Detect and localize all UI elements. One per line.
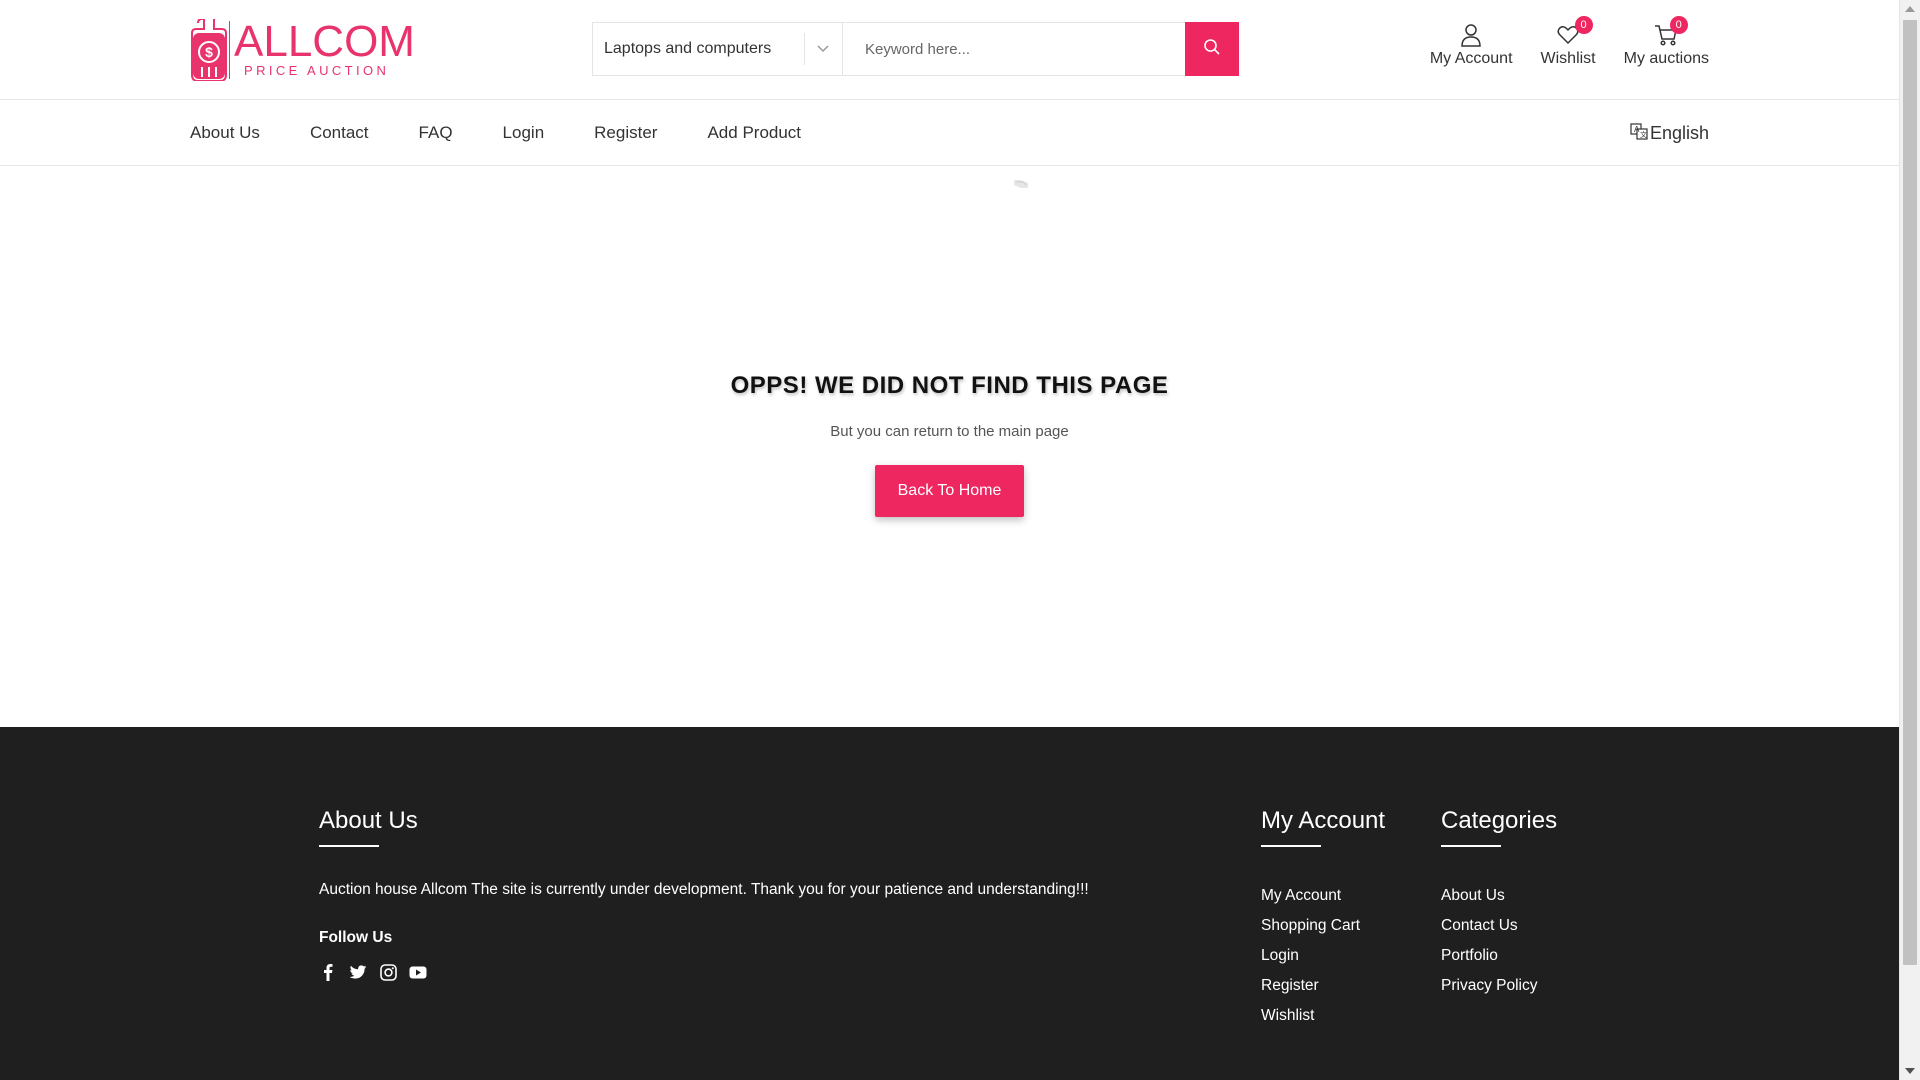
site-logo[interactable]: $ ALLCOM PRICE AUCTION <box>190 18 415 82</box>
scrollbar-thumb[interactable] <box>1903 20 1917 965</box>
footer-link-portfolio[interactable]: Portfolio <box>1441 941 1557 971</box>
my-auctions-label: My auctions <box>1623 50 1709 67</box>
search-button[interactable] <box>1185 22 1239 76</box>
nav-register[interactable]: Register <box>594 123 657 143</box>
header-icons: My Account 0 Wishlist 0 My auctions <box>1430 16 1709 68</box>
footer-categories: Categories About Us Contact Us Portfolio… <box>1441 807 1557 1001</box>
loading-spinner-icon <box>1013 177 1029 191</box>
error-section: OPPS! WE DID NOT FIND THIS PAGE But you … <box>0 167 1899 727</box>
footer-about-heading: About Us <box>319 807 418 834</box>
twitter-icon[interactable] <box>349 963 367 981</box>
chevron-down-icon <box>816 41 830 55</box>
language-switcher[interactable]: A文 English <box>1630 100 1709 166</box>
svg-text:文: 文 <box>1640 130 1647 139</box>
heading-underline <box>1261 845 1321 847</box>
footer-account-links: My Account Shopping Cart Login Register … <box>1261 881 1385 1031</box>
my-auctions-link[interactable]: 0 My auctions <box>1623 16 1709 68</box>
error-title: OPPS! WE DID NOT FIND THIS PAGE <box>730 372 1169 399</box>
footer-link-wishlist[interactable]: Wishlist <box>1261 1001 1385 1031</box>
wishlist-label: Wishlist <box>1540 50 1596 67</box>
translate-icon: A文 <box>1630 122 1648 145</box>
category-divider <box>804 33 805 65</box>
heading-underline <box>1441 845 1501 847</box>
footer-link-register[interactable]: Register <box>1261 971 1385 1001</box>
my-account-label: My Account <box>1429 50 1513 67</box>
footer-account: My Account My Account Shopping Cart Logi… <box>1261 807 1385 1031</box>
language-label: English <box>1649 122 1709 143</box>
nav-faq[interactable]: FAQ <box>419 123 453 143</box>
brand-tagline: PRICE AUCTION <box>244 63 390 78</box>
social-links <box>319 963 1089 981</box>
footer-categories-links: About Us Contact Us Portfolio Privacy Po… <box>1441 881 1557 1001</box>
facebook-icon[interactable] <box>319 963 337 981</box>
error-subtitle: But you can return to the main page <box>830 423 1069 440</box>
nav-about-us[interactable]: About Us <box>190 123 260 143</box>
footer-link-about-us[interactable]: About Us <box>1441 881 1557 911</box>
svg-text:$: $ <box>205 44 213 60</box>
main-nav: About Us Contact FAQ Login Register Add … <box>0 100 1899 166</box>
footer-link-contact-us[interactable]: Contact Us <box>1441 911 1557 941</box>
auctions-count-badge: 0 <box>1669 16 1688 34</box>
user-icon <box>1458 22 1484 48</box>
nav-contact[interactable]: Contact <box>310 123 369 143</box>
category-select-value: Laptops and computers <box>604 40 772 57</box>
heading-underline <box>319 845 379 847</box>
footer-account-heading: My Account <box>1261 807 1386 834</box>
logo-text: ALLCOM PRICE AUCTION <box>234 17 415 79</box>
wishlist-count-badge: 0 <box>1574 16 1593 34</box>
nav-login[interactable]: Login <box>503 123 545 143</box>
footer-about: About Us Auction house Allcom The site i… <box>319 807 1089 981</box>
nav-links: About Us Contact FAQ Login Register Add … <box>190 100 801 166</box>
scroll-down-arrow-icon[interactable] <box>1905 1068 1915 1074</box>
nav-add-product[interactable]: Add Product <box>707 123 801 143</box>
youtube-icon[interactable] <box>409 963 427 981</box>
search-input[interactable] <box>843 23 1185 75</box>
search-bar: Laptops and computers <box>592 22 1239 76</box>
wishlist-link[interactable]: 0 Wishlist <box>1540 16 1596 68</box>
scroll-up-arrow-icon[interactable] <box>1905 6 1915 12</box>
instagram-icon[interactable] <box>379 963 397 981</box>
footer-link-login[interactable]: Login <box>1261 941 1385 971</box>
footer-link-shopping-cart[interactable]: Shopping Cart <box>1261 911 1385 941</box>
page: $ ALLCOM PRICE AUCTION Laptops and compu… <box>0 0 1899 1080</box>
footer-about-text: Auction house Allcom The site is current… <box>319 881 1089 898</box>
price-tag-logo-icon: $ <box>190 18 231 82</box>
search-icon <box>1203 38 1221 61</box>
footer-categories-heading: Categories <box>1441 807 1558 834</box>
footer-link-my-account[interactable]: My Account <box>1261 881 1385 911</box>
brand-name: ALLCOM <box>234 17 415 66</box>
footer-link-privacy-policy[interactable]: Privacy Policy <box>1441 971 1557 1001</box>
site-header: $ ALLCOM PRICE AUCTION Laptops and compu… <box>0 0 1899 100</box>
follow-us-label: Follow Us <box>319 929 393 946</box>
category-select[interactable]: Laptops and computers <box>593 23 843 75</box>
site-footer: About Us Auction house Allcom The site i… <box>0 727 1899 1080</box>
my-account-link[interactable]: My Account <box>1430 22 1513 68</box>
back-to-home-button[interactable]: Back To Home <box>875 465 1024 517</box>
vertical-scrollbar[interactable] <box>1899 0 1920 1080</box>
